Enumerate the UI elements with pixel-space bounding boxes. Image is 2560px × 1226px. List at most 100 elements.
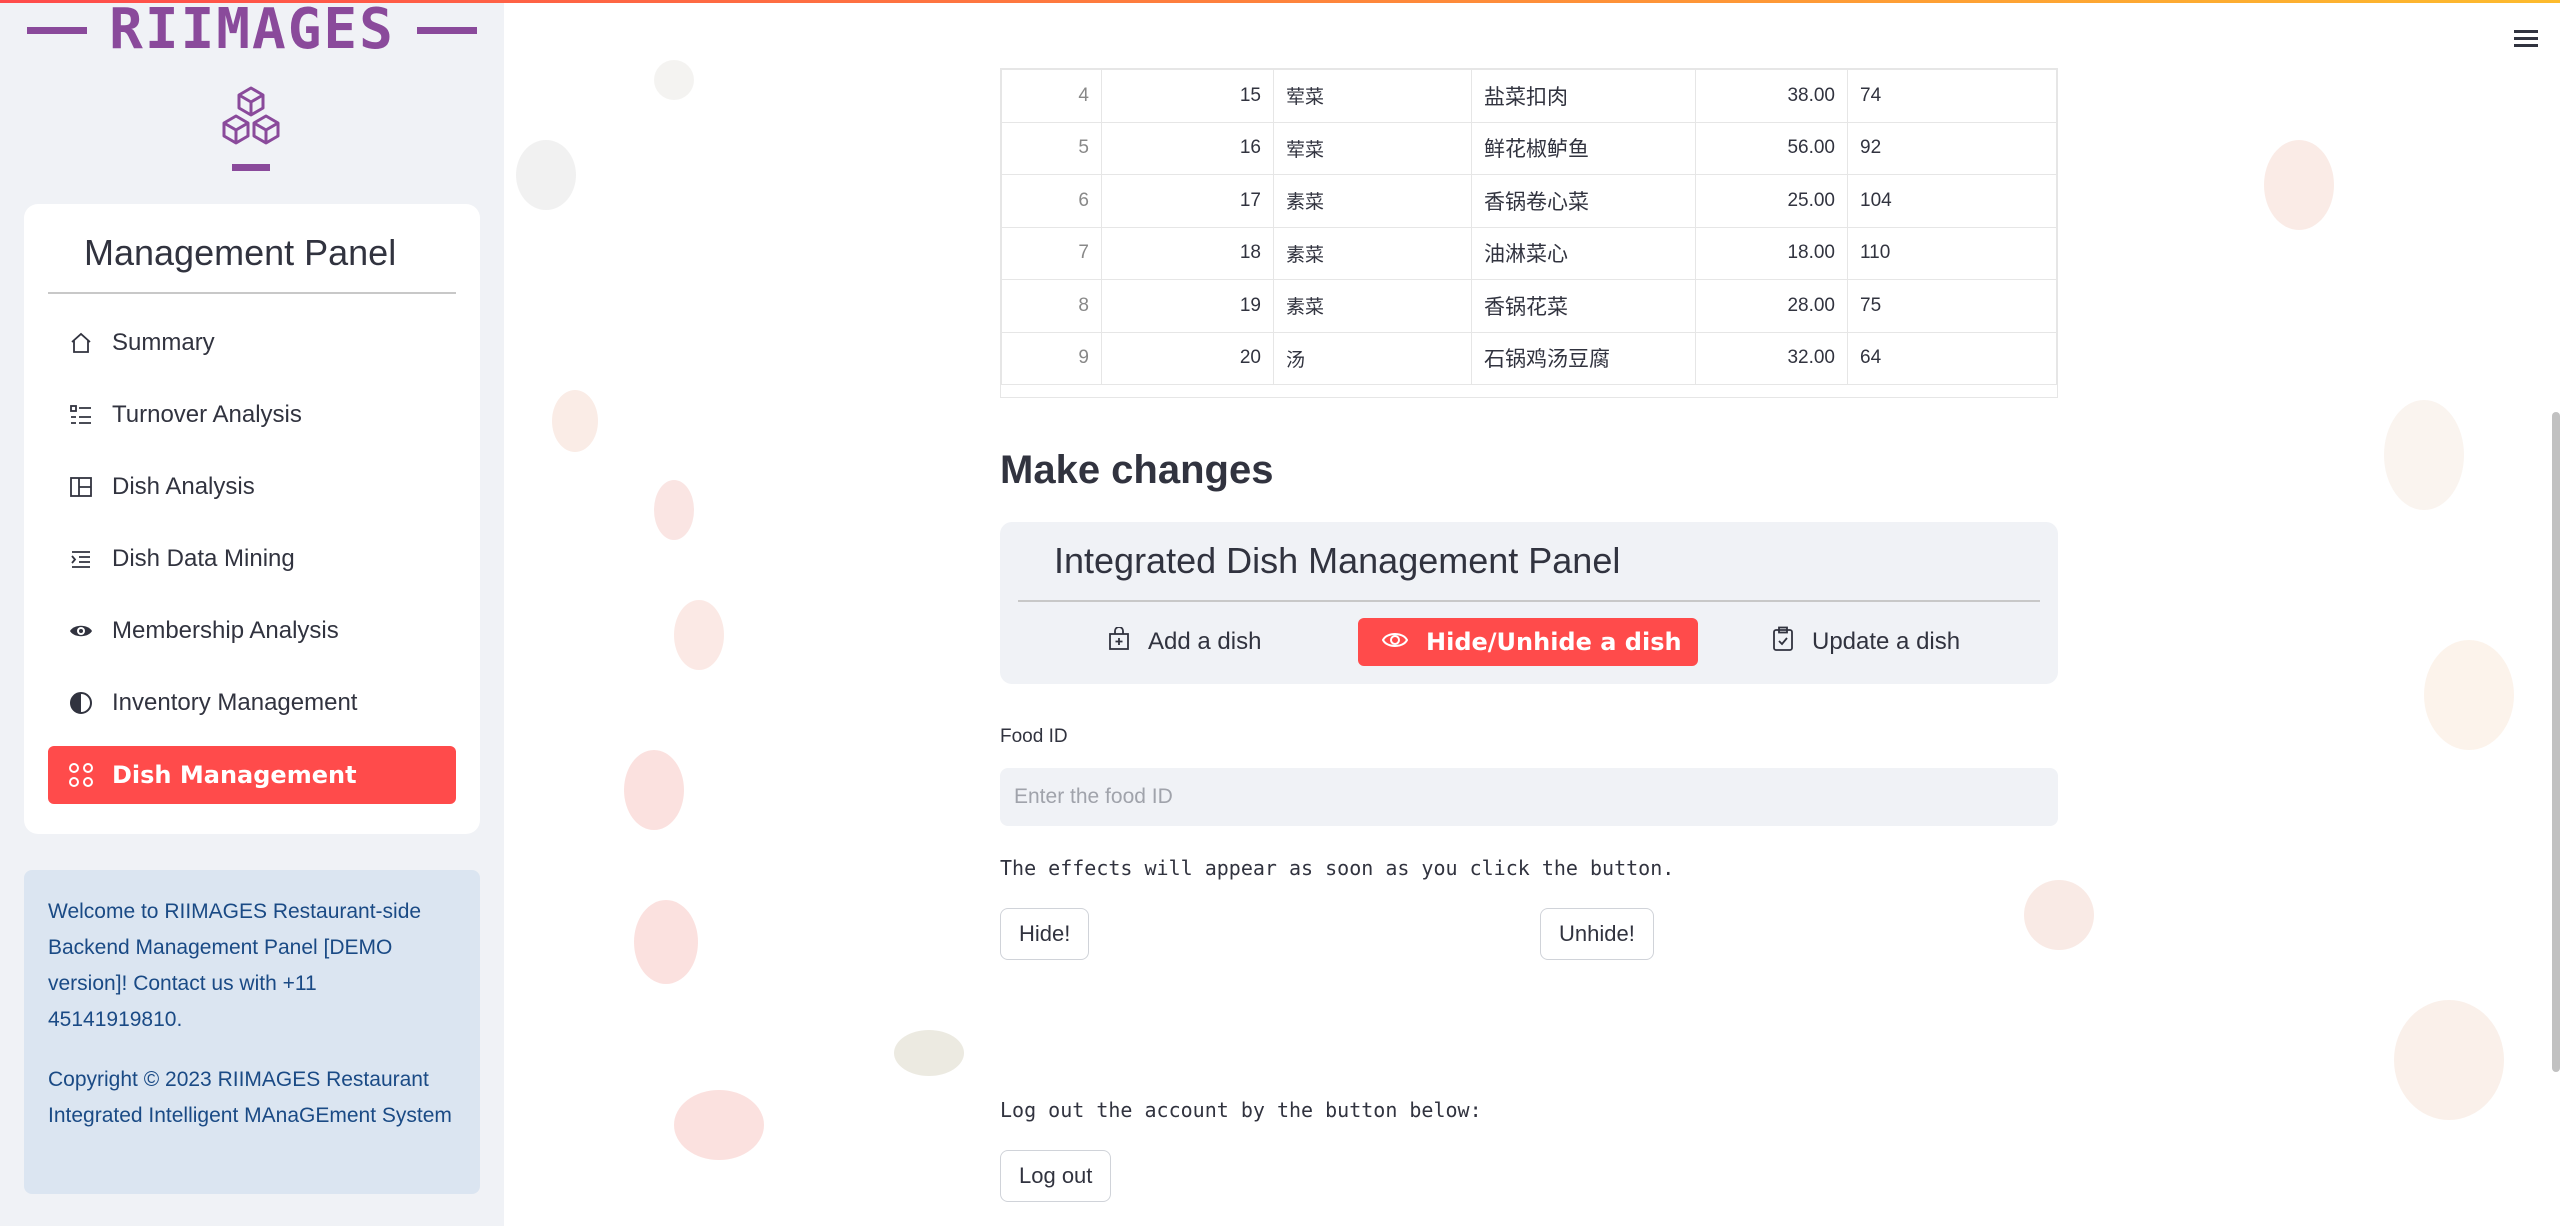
cubes-logo-icon (222, 86, 280, 145)
background-decoration (2024, 880, 2094, 950)
tab-label: Add a dish (1148, 628, 1262, 655)
table-cell-name: 油淋菜心 (1471, 226, 1696, 280)
background-decoration (654, 60, 694, 100)
background-decoration (674, 600, 724, 670)
sidebar-item-membership-analysis[interactable]: Membership Analysis (48, 602, 456, 660)
scrollbar-thumb[interactable] (2552, 412, 2560, 1072)
unhide-button[interactable]: Unhide! (1540, 908, 1654, 960)
top-decoration-bar (0, 0, 2560, 3)
tab-update-dish[interactable]: Update a dish (1756, 618, 1976, 666)
sidebar: RIIMAGES Management Panel Summary Turnov… (0, 0, 504, 1226)
table-cell-name: 香锅花菜 (1471, 279, 1696, 333)
panel-title: Integrated Dish Management Panel (1054, 540, 1621, 581)
table-cell-price: 32.00 (1695, 331, 1848, 385)
table-cell-price: 38.00 (1695, 69, 1848, 123)
logout-button[interactable]: Log out (1000, 1150, 1112, 1202)
background-decoration (674, 1090, 764, 1160)
text-indent-icon (68, 546, 94, 572)
table-cell-name: 鲜花椒鲈鱼 (1471, 121, 1696, 175)
table-row: 4 15 荤菜 盐菜扣肉 38.00 74 (1001, 69, 2057, 123)
half-circle-icon (68, 690, 94, 716)
layout-icon (68, 474, 94, 500)
table-cell-category: 素菜 (1273, 226, 1472, 280)
copyright-text: Copyright © 2023 RIIMAGES Restaurant Int… (48, 1068, 452, 1127)
table-cell-count: 92 (1847, 121, 2057, 175)
main-menu-icon[interactable] (2514, 30, 2538, 50)
info-box: Welcome to RIIMAGES Restaurant-side Back… (24, 870, 480, 1194)
background-decoration (634, 900, 698, 984)
table-cell-count: 110 (1847, 226, 2057, 280)
effects-note: The effects will appear as soon as you c… (1000, 856, 1675, 880)
table-row: 5 16 荤菜 鲜花椒鲈鱼 56.00 92 (1001, 121, 2057, 175)
tab-hide-unhide-dish[interactable]: Hide/Unhide a dish (1358, 618, 1698, 666)
sidebar-item-label: Dish Management (112, 761, 357, 789)
sidebar-item-label: Membership Analysis (112, 617, 339, 644)
brand-header: RIIMAGES (0, 0, 504, 60)
table-cell-count: 74 (1847, 69, 2057, 123)
table-cell-category: 荤菜 (1273, 69, 1472, 123)
grid-circles-icon (68, 762, 94, 788)
background-decoration (2384, 400, 2464, 510)
sidebar-item-dish-data-mining[interactable]: Dish Data Mining (48, 530, 456, 588)
panel-divider (1018, 600, 2040, 602)
sidebar-item-label: Inventory Management (112, 689, 358, 716)
sidebar-item-label: Dish Analysis (112, 473, 255, 500)
hide-button[interactable]: Hide! (1000, 908, 1090, 960)
background-decoration (624, 750, 684, 830)
table-cell-id: 20 (1101, 331, 1274, 385)
background-decoration (2394, 1000, 2504, 1120)
background-decoration (894, 1030, 964, 1076)
tab-add-dish[interactable]: Add a dish (1092, 618, 1277, 666)
table-cell-id: 17 (1101, 174, 1274, 228)
table-cell-price: 18.00 (1695, 226, 1848, 280)
dishes-table: 4 15 荤菜 盐菜扣肉 38.00 74 5 16 荤菜 鲜花椒鲈鱼 56.00 92 6 17 素菜 香锅… (1000, 68, 2058, 398)
sidebar-item-summary[interactable]: Summary (48, 314, 456, 372)
food-id-input[interactable] (1000, 768, 2058, 826)
table-row: 6 17 素菜 香锅卷心菜 25.00 104 (1001, 174, 2057, 228)
house-icon (68, 330, 94, 356)
sidebar-item-label: Dish Data Mining (112, 545, 295, 572)
table-cell-index: 6 (1001, 174, 1102, 228)
sidebar-item-dish-management[interactable]: Dish Management (48, 746, 456, 804)
table-cell-category: 素菜 (1273, 279, 1472, 333)
background-decoration (2264, 140, 2334, 230)
list-check-icon (68, 402, 94, 428)
clipboard-check-icon (1772, 626, 1794, 659)
sidebar-item-label: Turnover Analysis (112, 401, 302, 428)
table-cell-index: 4 (1001, 69, 1102, 123)
table-cell-price: 28.00 (1695, 279, 1848, 333)
table-row: 7 18 素菜 油淋菜心 18.00 110 (1001, 226, 2057, 280)
logout-note: Log out the account by the button below: (1000, 1098, 1482, 1122)
table-cell-id: 15 (1101, 69, 1274, 123)
table-cell-index: 8 (1001, 279, 1102, 333)
table-cell-id: 16 (1101, 121, 1274, 175)
main-content: 4 15 荤菜 盐菜扣肉 38.00 74 5 16 荤菜 鲜花椒鲈鱼 56.00 92 6 17 素菜 香锅… (504, 0, 2560, 1226)
sidebar-item-dish-analysis[interactable]: Dish Analysis (48, 458, 456, 516)
background-decoration (552, 390, 598, 452)
welcome-text: Welcome to RIIMAGES Restaurant-side Back… (48, 900, 422, 1031)
background-decoration (516, 140, 576, 210)
table-cell-id: 19 (1101, 279, 1274, 333)
table-cell-category: 荤菜 (1273, 121, 1472, 175)
section-title: Make changes (1000, 448, 1274, 492)
table-cell-count: 75 (1847, 279, 2057, 333)
menu-title: Management Panel (84, 232, 397, 273)
sidebar-item-inventory-management[interactable]: Inventory Management (48, 674, 456, 732)
vertical-scrollbar[interactable] (2552, 0, 2560, 1226)
sidebar-item-turnover-analysis[interactable]: Turnover Analysis (48, 386, 456, 444)
food-id-label: Food ID (1000, 726, 1068, 747)
table-cell-index: 9 (1001, 331, 1102, 385)
dish-management-panel: Integrated Dish Management Panel Add a d… (1000, 522, 2058, 684)
table-cell-id: 18 (1101, 226, 1274, 280)
table-cell-category: 素菜 (1273, 174, 1472, 228)
table-cell-price: 25.00 (1695, 174, 1848, 228)
table-cell-price: 56.00 (1695, 121, 1848, 175)
table-cell-index: 5 (1001, 121, 1102, 175)
eye-icon (1381, 628, 1409, 656)
table-cell-name: 石锅鸡汤豆腐 (1471, 331, 1696, 385)
table-cell-count: 104 (1847, 174, 2057, 228)
tab-label: Update a dish (1812, 628, 1961, 655)
tab-label: Hide/Unhide a dish (1426, 628, 1682, 656)
table-row: 9 20 汤石锅鸡汤豆腐 32.00 64 (1001, 331, 2057, 385)
table-cell-count: 64 (1847, 331, 2057, 385)
